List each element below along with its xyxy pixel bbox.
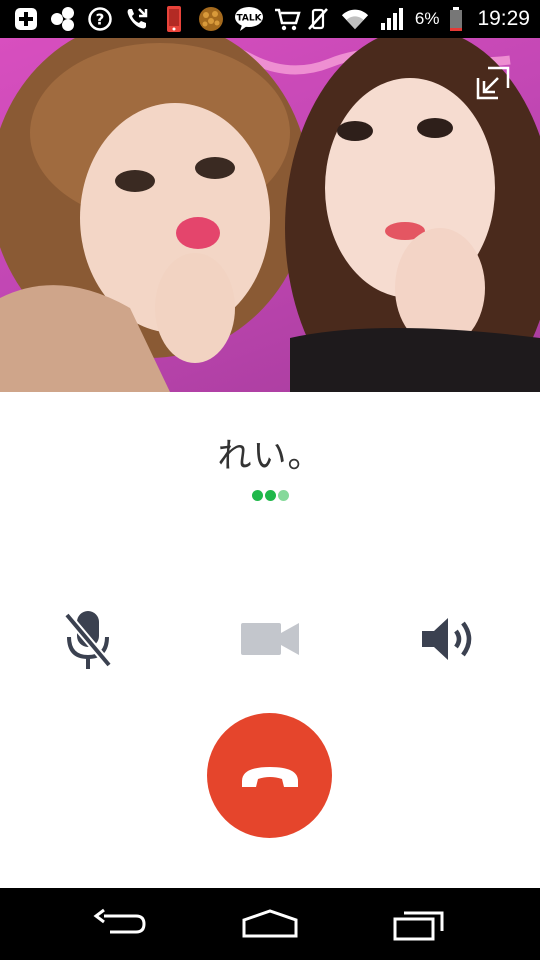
clock: 19:29 bbox=[477, 7, 530, 30]
hexagons-icon bbox=[49, 5, 77, 33]
home-icon bbox=[242, 909, 298, 938]
status-dot bbox=[251, 490, 263, 501]
wifi-icon bbox=[341, 5, 369, 33]
battery-icon bbox=[448, 5, 464, 33]
end-call-button[interactable] bbox=[207, 713, 332, 838]
caller-name: れい。 bbox=[217, 436, 323, 476]
hang-up-icon bbox=[241, 766, 298, 787]
back-button[interactable] bbox=[85, 902, 155, 946]
shopping-cart-icon bbox=[273, 5, 301, 33]
profile-photo-image bbox=[0, 38, 540, 392]
minimize-call-button[interactable] bbox=[474, 64, 512, 102]
status-bar: ? TALK 6% 19:29 bbox=[0, 0, 540, 38]
brain-app-icon bbox=[197, 5, 225, 33]
call-controls bbox=[0, 604, 540, 674]
video-button[interactable] bbox=[235, 604, 305, 674]
missed-call-icon bbox=[123, 5, 151, 33]
help-circle-icon: ? bbox=[86, 5, 114, 33]
status-dot bbox=[277, 490, 289, 501]
video-camera-icon bbox=[241, 623, 299, 655]
phone-device-icon bbox=[160, 5, 188, 33]
vibrate-off-icon bbox=[304, 5, 332, 33]
talk-bubble-icon: TALK bbox=[234, 5, 264, 33]
add-box-icon bbox=[12, 5, 40, 33]
caller-profile-photo bbox=[0, 38, 540, 392]
notification-icons: ? TALK bbox=[12, 5, 301, 33]
system-status: 6% 19:29 bbox=[304, 5, 530, 33]
mic-off-icon bbox=[63, 611, 113, 669]
mute-button[interactable] bbox=[53, 604, 123, 674]
speaker-icon bbox=[422, 618, 472, 660]
navigation-bar bbox=[0, 888, 540, 960]
talk-badge-text: TALK bbox=[236, 14, 262, 24]
svg-text:?: ? bbox=[96, 11, 105, 29]
signal-icon bbox=[378, 5, 406, 33]
recents-icon bbox=[393, 911, 444, 941]
speaker-button[interactable] bbox=[415, 604, 485, 674]
recents-button[interactable] bbox=[385, 902, 455, 946]
minimize-icon bbox=[476, 66, 510, 100]
home-button[interactable] bbox=[235, 902, 305, 946]
calling-status-dots bbox=[0, 490, 540, 501]
status-dot bbox=[264, 490, 276, 501]
battery-percent: 6% bbox=[414, 9, 440, 28]
back-icon bbox=[93, 908, 146, 934]
voice-call-screen: ? TALK 6% 19:29 れい。 bbox=[0, 0, 540, 960]
